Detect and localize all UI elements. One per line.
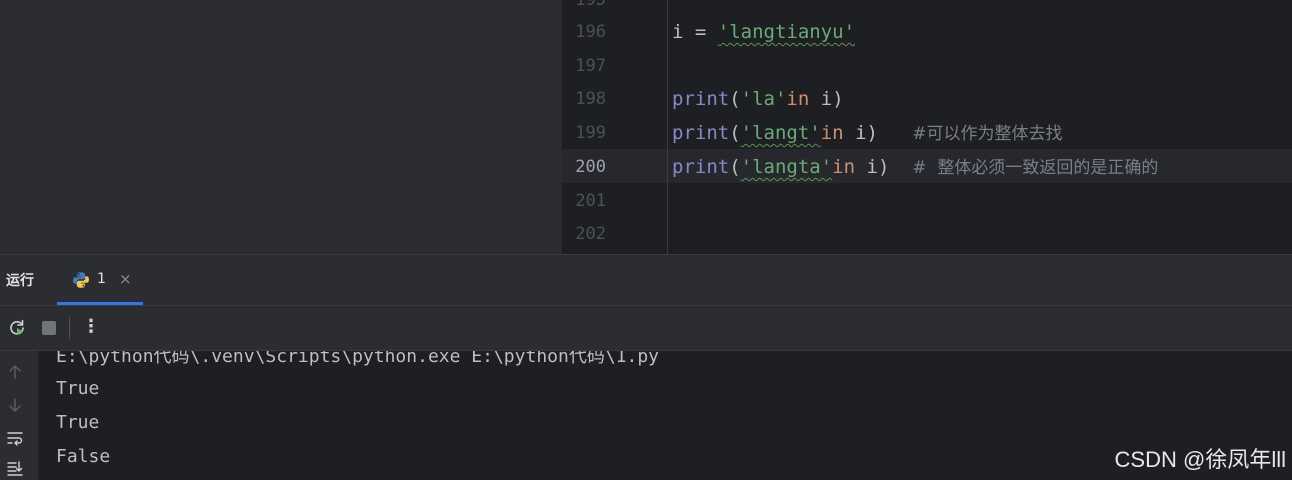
line-number-gutter: 195 196 197 198 199 200 201 202	[562, 0, 667, 254]
console-line: False	[56, 446, 111, 467]
left-panel	[0, 0, 562, 254]
code-line-200[interactable]: print('langta'in i) # 整体必须一致返回的是正确的	[672, 150, 1158, 184]
code-keyword: in	[832, 156, 856, 178]
line-number: 197	[575, 56, 606, 76]
code-builtin: print	[672, 156, 730, 178]
scroll-to-end-icon[interactable]	[6, 459, 24, 477]
run-tab-label: 1	[97, 271, 106, 287]
python-icon	[73, 272, 89, 288]
more-options-icon[interactable]: ⋮	[82, 316, 100, 337]
code-editor[interactable]: 195 196 197 198 199 200 201 202 i = 'lan…	[562, 0, 1292, 254]
close-icon[interactable]: ×	[119, 270, 132, 288]
toolbar-separator	[69, 317, 70, 339]
run-panel-title: 运行	[6, 273, 34, 289]
arrow-down-icon[interactable]	[6, 396, 24, 414]
console-line: True	[56, 412, 100, 433]
code-string: 'la'	[740, 88, 787, 110]
run-console-output[interactable]: E:\python代码\.venv\Scripts\python.exe E:\…	[38, 351, 1292, 480]
code-builtin: print	[672, 88, 730, 110]
code-builtin: print	[672, 122, 730, 144]
code-string: 'langta'	[740, 156, 833, 178]
console-line: True	[56, 378, 100, 399]
code-comment: #可以作为整体去找	[912, 124, 1063, 144]
code-paren: (	[729, 88, 741, 110]
console-line: E:\python代码\.venv\Scripts\python.exe E:\…	[56, 351, 660, 367]
code-operator: =	[683, 21, 718, 43]
soft-wrap-icon[interactable]	[6, 429, 24, 447]
code-variable: i	[672, 21, 684, 43]
code-keyword: in	[820, 122, 844, 144]
code-line-199[interactable]: print('langt'in i) #可以作为整体去找	[672, 116, 1063, 150]
code-keyword: in	[786, 88, 810, 110]
line-number: 201	[575, 191, 606, 211]
gutter-divider	[667, 0, 668, 254]
code-line-198[interactable]: print('la'in i)	[672, 82, 844, 116]
stop-icon[interactable]	[39, 318, 59, 338]
code-argument: i)	[855, 156, 890, 178]
ide-window: 195 196 197 198 199 200 201 202 i = 'lan…	[0, 0, 1292, 480]
line-number: 196	[575, 22, 606, 42]
code-line-196[interactable]: i = 'langtianyu'	[672, 15, 855, 49]
line-number: 202	[575, 224, 606, 244]
code-paren: (	[729, 156, 741, 178]
code-paren: (	[729, 122, 741, 144]
watermark: CSDN @徐凤年lll	[1114, 447, 1286, 472]
rerun-icon[interactable]	[7, 318, 27, 338]
code-argument: i)	[809, 88, 844, 110]
line-number: 199	[575, 123, 606, 143]
code-string: 'langtianyu'	[717, 21, 856, 43]
line-number-current: 200	[575, 157, 606, 177]
code-string: 'langt'	[740, 122, 821, 144]
arrow-up-icon[interactable]	[6, 363, 24, 381]
code-comment: # 整体必须一致返回的是正确的	[912, 158, 1159, 178]
run-tab-1[interactable]: 1 ×	[57, 255, 143, 305]
line-number: 198	[575, 89, 606, 109]
run-tool-window-header: 运行 1 ×	[0, 255, 1292, 305]
code-argument: i)	[843, 122, 878, 144]
console-side-toolbar	[0, 351, 38, 480]
run-toolbar: ⋮	[0, 306, 1292, 350]
